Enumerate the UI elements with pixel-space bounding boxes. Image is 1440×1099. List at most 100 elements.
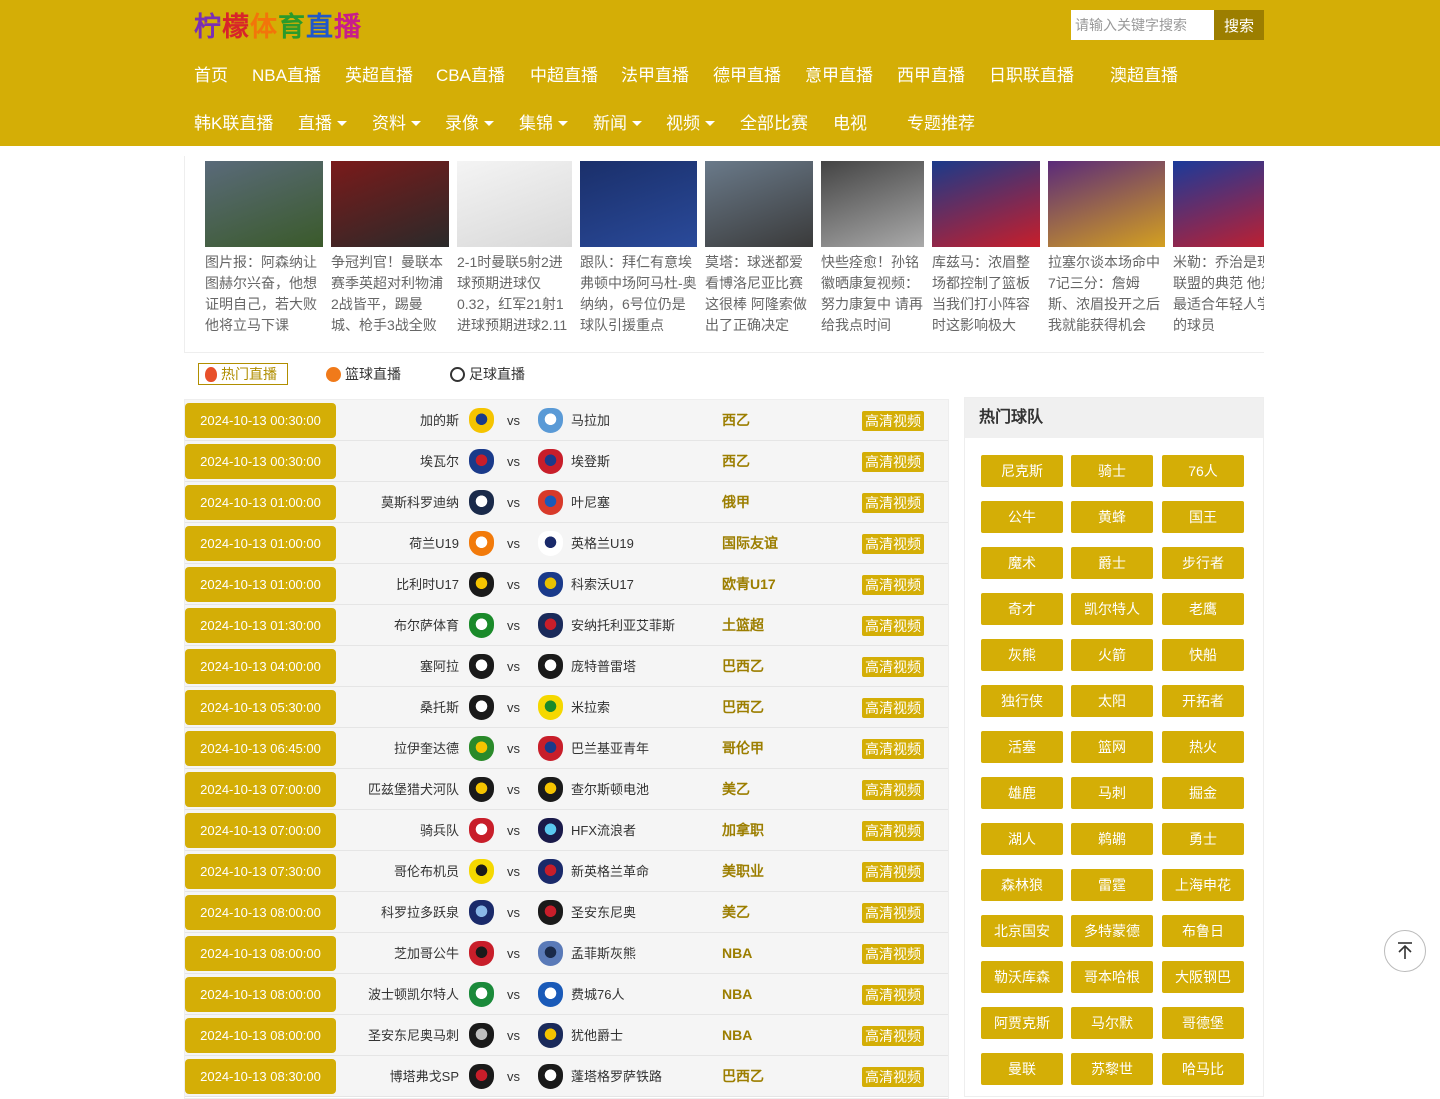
home-team-name[interactable]: 哥伦布机员 <box>394 851 459 892</box>
tab-basketball[interactable]: 篮球直播 <box>326 363 401 385</box>
back-to-top-button[interactable] <box>1384 930 1426 972</box>
team-tag[interactable]: 雷霆 <box>1071 869 1153 901</box>
news-card[interactable]: 米勒：乔治是现在联盟的典范 他是最适合年轻人学习的球员 <box>1173 161 1264 336</box>
team-tag[interactable]: 魔术 <box>981 547 1063 579</box>
team-tag[interactable]: 北京国安 <box>981 915 1063 947</box>
site-logo[interactable]: 柠檬体育直播 <box>194 6 362 43</box>
league-name[interactable]: 哥伦甲 <box>722 728 764 769</box>
nav-link[interactable]: 电视 <box>833 109 867 134</box>
nav-link[interactable]: 直播 <box>298 109 347 134</box>
away-team-name[interactable]: 科索沃U17 <box>571 564 634 605</box>
league-name[interactable]: 巴西乙 <box>722 687 764 728</box>
away-team-name[interactable]: HFX流浪者 <box>571 810 636 851</box>
home-team-name[interactable]: 波士顿凯尔特人 <box>368 974 459 1015</box>
home-team-name[interactable]: 芝加哥公牛 <box>394 933 459 974</box>
nav-link[interactable]: 法甲直播 <box>621 61 689 86</box>
team-tag[interactable]: 哥德堡 <box>1162 1007 1244 1039</box>
nav-link[interactable]: 日职联直播 <box>989 61 1074 86</box>
away-team-name[interactable]: 犹他爵士 <box>571 1015 623 1056</box>
team-tag[interactable]: 76人 <box>1162 455 1244 487</box>
league-name[interactable]: NBA <box>722 933 752 974</box>
home-team-name[interactable]: 塞阿拉 <box>420 646 459 687</box>
nav-link[interactable]: 澳超直播 <box>1110 61 1178 86</box>
away-team-name[interactable]: 米拉索 <box>571 687 610 728</box>
nav-link[interactable]: 德甲直播 <box>713 61 781 86</box>
news-card[interactable]: 库兹马：浓眉整场都控制了篮板 当我们打小阵容时这影响极大 <box>932 161 1040 336</box>
hd-video-button[interactable]: 高清视频 <box>862 780 924 800</box>
hd-video-button[interactable]: 高清视频 <box>862 657 924 677</box>
news-card[interactable]: 图片报：阿森纳让图赫尔兴奋，他想证明自己，若大败他将立马下课 <box>205 161 323 336</box>
team-tag[interactable]: 黄蜂 <box>1071 501 1153 533</box>
nav-link[interactable]: 录像 <box>445 109 494 134</box>
hd-video-button[interactable]: 高清视频 <box>862 903 924 923</box>
league-name[interactable]: 加拿职 <box>722 810 764 851</box>
home-team-name[interactable]: 圣安东尼奥马刺 <box>368 1015 459 1056</box>
team-tag[interactable]: 苏黎世 <box>1071 1053 1153 1085</box>
nav-link[interactable]: 全部比赛 <box>740 109 808 134</box>
home-team-name[interactable]: 博塔弗戈SP <box>390 1056 459 1097</box>
away-team-name[interactable]: 费城76人 <box>571 974 624 1015</box>
away-team-name[interactable]: 安纳托利亚艾菲斯 <box>571 605 675 646</box>
team-tag[interactable]: 曼联 <box>981 1053 1063 1085</box>
home-team-name[interactable]: 埃瓦尔 <box>420 441 459 482</box>
nav-link[interactable]: CBA直播 <box>436 61 505 86</box>
news-card[interactable]: 跟队：拜仁有意埃弗顿中场阿马杜-奥纳纳，6号位仍是球队引援重点 <box>580 161 697 336</box>
hd-video-button[interactable]: 高清视频 <box>862 616 924 636</box>
away-team-name[interactable]: 马拉加 <box>571 400 610 441</box>
hd-video-button[interactable]: 高清视频 <box>862 534 924 554</box>
team-tag[interactable]: 热火 <box>1162 731 1244 763</box>
home-team-name[interactable]: 桑托斯 <box>420 687 459 728</box>
team-tag[interactable]: 活塞 <box>981 731 1063 763</box>
home-team-name[interactable]: 匹兹堡猎犬河队 <box>368 769 459 810</box>
nav-link[interactable]: 韩K联直播 <box>194 109 273 134</box>
team-tag[interactable]: 森林狼 <box>981 869 1063 901</box>
team-tag[interactable]: 多特蒙德 <box>1071 915 1153 947</box>
team-tag[interactable]: 尼克斯 <box>981 455 1063 487</box>
team-tag[interactable]: 掘金 <box>1162 777 1244 809</box>
home-team-name[interactable]: 莫斯科罗迪纳 <box>381 482 459 523</box>
nav-link[interactable]: 新闻 <box>593 109 642 134</box>
home-team-name[interactable]: 加的斯 <box>420 400 459 441</box>
team-tag[interactable]: 太阳 <box>1071 685 1153 717</box>
nav-link[interactable]: 资料 <box>372 109 421 134</box>
team-tag[interactable]: 鹈鹕 <box>1071 823 1153 855</box>
home-team-name[interactable]: 骑兵队 <box>420 810 459 851</box>
team-tag[interactable]: 老鹰 <box>1162 593 1244 625</box>
away-team-name[interactable]: 查尔斯顿电池 <box>571 769 649 810</box>
away-team-name[interactable]: 蓬塔格罗萨铁路 <box>571 1056 662 1097</box>
away-team-name[interactable]: 庞特普雷塔 <box>571 646 636 687</box>
league-name[interactable]: NBA <box>722 974 752 1015</box>
league-name[interactable]: 国际友谊 <box>722 523 778 564</box>
hd-video-button[interactable]: 高清视频 <box>862 411 924 431</box>
away-team-name[interactable]: 巴兰基亚青年 <box>571 728 649 769</box>
league-name[interactable]: 美职业 <box>722 851 764 892</box>
tab-soccer[interactable]: 足球直播 <box>450 363 525 385</box>
league-name[interactable]: 西乙 <box>722 400 750 441</box>
news-card[interactable]: 拉塞尔谈本场命中7记三分：詹姆斯、浓眉投开之后我就能获得机会 <box>1048 161 1165 336</box>
hd-video-button[interactable]: 高清视频 <box>862 698 924 718</box>
nav-link[interactable]: 视频 <box>666 109 715 134</box>
team-tag[interactable]: 雄鹿 <box>981 777 1063 809</box>
team-tag[interactable]: 火箭 <box>1071 639 1153 671</box>
news-card[interactable]: 莫塔：球迷都爱看博洛尼亚比赛 这很棒 阿隆索做出了正确决定 <box>705 161 813 336</box>
away-team-name[interactable]: 英格兰U19 <box>571 523 634 564</box>
news-card[interactable]: 2-1时曼联5射2进球预期进球仅0.32，红军21射1进球预期进球2.11 <box>457 161 572 336</box>
team-tag[interactable]: 哥本哈根 <box>1071 961 1153 993</box>
league-name[interactable]: NBA <box>722 1015 752 1056</box>
hd-video-button[interactable]: 高清视频 <box>862 862 924 882</box>
team-tag[interactable]: 独行侠 <box>981 685 1063 717</box>
home-team-name[interactable]: 布尔萨体育 <box>394 605 459 646</box>
team-tag[interactable]: 勒沃库森 <box>981 961 1063 993</box>
league-name[interactable]: 俄甲 <box>722 482 750 523</box>
nav-link[interactable]: 首页 <box>194 61 228 86</box>
hd-video-button[interactable]: 高清视频 <box>862 575 924 595</box>
news-card[interactable]: 快些痊愈！孙铭徽晒康复视频：努力康复中 请再给我点时间 <box>821 161 924 336</box>
league-name[interactable]: 美乙 <box>722 769 750 810</box>
team-tag[interactable]: 开拓者 <box>1162 685 1244 717</box>
hd-video-button[interactable]: 高清视频 <box>862 821 924 841</box>
team-tag[interactable]: 大阪钢巴 <box>1162 961 1244 993</box>
hd-video-button[interactable]: 高清视频 <box>862 944 924 964</box>
hd-video-button[interactable]: 高清视频 <box>862 1026 924 1046</box>
team-tag[interactable]: 灰熊 <box>981 639 1063 671</box>
nav-link[interactable]: 中超直播 <box>530 61 598 86</box>
